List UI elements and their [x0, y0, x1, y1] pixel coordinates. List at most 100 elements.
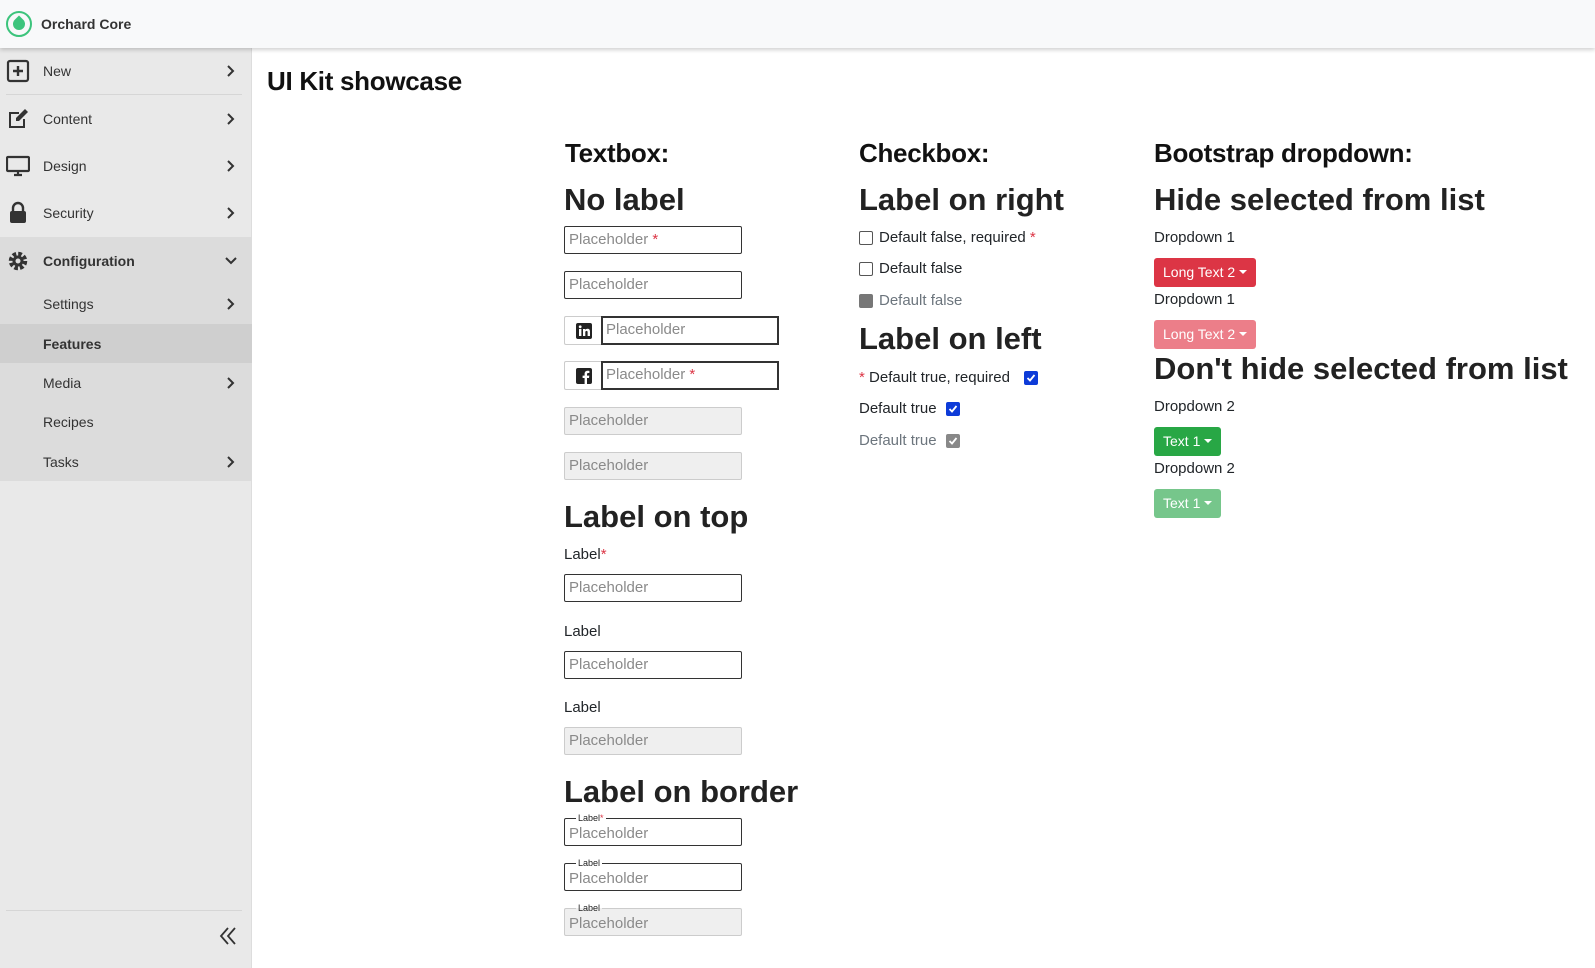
checkbox-plain[interactable]: [859, 262, 873, 276]
textbox-linkedin-group: Placeholder: [564, 316, 779, 345]
placeholder-text: Placeholder: [569, 412, 649, 429]
top-bar: Orchard Core: [0, 0, 1595, 48]
dropdown-hide-selected-heading: Hide selected from list: [1154, 182, 1485, 217]
placeholder-text: Placeholder: [569, 825, 649, 842]
linkedin-input[interactable]: Placeholder: [601, 316, 779, 345]
field-label: Label: [564, 699, 601, 716]
textbox-label-on-border-heading: Label on border: [564, 774, 799, 809]
field-label: Label*: [564, 546, 607, 563]
chevron-right-icon: [227, 160, 235, 172]
sidebar-subitem-features[interactable]: Features: [0, 324, 252, 363]
facebook-input[interactable]: Placeholder *: [601, 361, 779, 390]
sidebar-item-configuration[interactable]: Configuration: [0, 237, 252, 284]
placeholder-text: Placeholder: [606, 321, 686, 338]
placeholder-text: Placeholder: [569, 276, 649, 293]
sidebar-item-new[interactable]: New: [0, 48, 252, 94]
dropdown-dont-hide-heading: Don't hide selected from list: [1154, 351, 1568, 386]
sidebar-item-label: Configuration: [43, 252, 135, 269]
caret-down-icon: [1204, 501, 1213, 505]
dropdown-2-button-disabled: Text 1: [1154, 489, 1222, 518]
linkedin-addon: [564, 316, 602, 345]
checkbox-label: Default true: [859, 432, 937, 449]
caret-down-icon: [1239, 270, 1248, 274]
required-mark: *: [652, 231, 659, 248]
sidebar-item-security[interactable]: Security: [0, 189, 252, 236]
checkmark-icon: [948, 437, 958, 445]
field-label: Label: [564, 623, 601, 640]
placeholder-text: Placeholder: [569, 915, 649, 932]
placeholder-text: Placeholder: [569, 457, 649, 474]
dropdown-label: Dropdown 2: [1154, 460, 1235, 477]
page-title: UI Kit showcase: [267, 66, 462, 96]
border-label: Label: [576, 858, 603, 868]
sidebar-item-label: New: [43, 63, 72, 79]
checkbox-checked-required[interactable]: [1024, 371, 1038, 385]
chevron-right-icon: [227, 207, 235, 219]
checkmark-icon: [948, 405, 958, 413]
sidebar-subitem-label: Media: [43, 374, 82, 391]
sidebar-subitem-media[interactable]: Media: [0, 363, 252, 402]
sidebar-item-label: Content: [43, 110, 93, 127]
textbox-border-required[interactable]: Label* Placeholder: [564, 813, 742, 846]
chevron-right-icon: [227, 377, 235, 389]
checkbox-label-on-right-heading: Label on right: [859, 182, 1064, 217]
placeholder-text: Placeholder: [569, 231, 649, 248]
textbox-label-on-top-heading: Label on top: [564, 499, 749, 534]
textbox-border-plain[interactable]: Label Placeholder: [564, 858, 742, 891]
checkbox-label: Default false: [879, 292, 963, 309]
checkbox-label-on-left-heading: Label on left: [859, 321, 1042, 356]
gear-icon: [8, 251, 28, 271]
sidebar-subitem-tasks[interactable]: Tasks: [0, 442, 252, 481]
orchard-logo-icon: [6, 11, 32, 37]
checkbox-checked-disabled: [946, 434, 960, 448]
chevron-down-icon: [225, 257, 237, 265]
sidebar-item-label: Design: [43, 157, 87, 174]
sidebar-item-design[interactable]: Design: [0, 142, 252, 189]
dropdown-label: Dropdown 2: [1154, 398, 1235, 415]
checkbox-checked[interactable]: [946, 402, 960, 416]
checkbox-required[interactable]: [859, 231, 873, 245]
dropdown-label: Dropdown 1: [1154, 229, 1235, 246]
required-mark: *: [689, 366, 696, 383]
textbox-facebook-group: Placeholder *: [564, 361, 779, 390]
dropdown-2-button[interactable]: Text 1: [1154, 427, 1222, 456]
checkbox-label: * Default true, required: [859, 369, 1010, 386]
sidebar: New Content Design Security Configuratio…: [0, 48, 252, 968]
dropdown-label: Dropdown 1: [1154, 291, 1235, 308]
dropdown-1-button[interactable]: Long Text 2: [1154, 258, 1257, 287]
textbox-top-required[interactable]: Placeholder: [564, 574, 742, 602]
app-title: Orchard Core: [41, 16, 132, 32]
textbox-border-disabled: Label Placeholder: [564, 903, 742, 936]
textbox-plain[interactable]: Placeholder: [564, 271, 742, 299]
textbox-heading: Textbox:: [565, 138, 670, 168]
dropdown-1-button-disabled: Long Text 2: [1154, 320, 1257, 349]
caret-down-icon: [1204, 439, 1213, 443]
sidebar-subitem-recipes[interactable]: Recipes: [0, 402, 252, 442]
checkbox-label: Default false: [879, 260, 963, 277]
textbox-top-plain[interactable]: Placeholder: [564, 651, 742, 679]
placeholder-text: Placeholder: [569, 656, 649, 673]
placeholder-text: Placeholder: [569, 579, 649, 596]
monitor-icon: [6, 155, 30, 177]
checkmark-icon: [1026, 374, 1036, 382]
linkedin-icon: [575, 322, 592, 339]
textbox-no-label-heading: No label: [564, 182, 685, 217]
border-label: Label*: [576, 813, 606, 823]
caret-down-icon: [1239, 332, 1248, 336]
sidebar-subitem-settings[interactable]: Settings: [0, 284, 252, 324]
sidebar-item-content[interactable]: Content: [0, 95, 252, 142]
sidebar-item-label: Security: [43, 204, 94, 221]
checkbox-disabled: [859, 294, 873, 308]
checkbox-label: Default false, required *: [879, 229, 1036, 246]
dropdown-heading: Bootstrap dropdown:: [1154, 138, 1413, 168]
brand[interactable]: Orchard Core: [6, 11, 131, 37]
facebook-addon: [564, 361, 602, 390]
textbox-disabled: Placeholder: [564, 407, 742, 435]
textbox-required[interactable]: Placeholder *: [564, 226, 742, 254]
divider: [6, 910, 242, 911]
sidebar-subitem-label: Tasks: [43, 453, 79, 470]
sidebar-subitem-label: Features: [43, 335, 102, 352]
edit-icon: [9, 109, 28, 128]
textbox-readonly: Placeholder: [564, 452, 742, 480]
double-chevron-left-icon[interactable]: [216, 924, 240, 948]
